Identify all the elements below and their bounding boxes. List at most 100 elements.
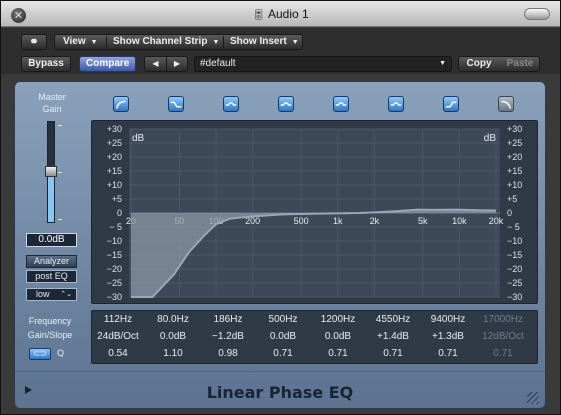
copy-button[interactable]: Copy	[459, 57, 499, 71]
band-6-gain-value[interactable]: +1.4dB	[365, 328, 421, 345]
chevron-down-icon: ▼	[291, 39, 299, 46]
toolbar-toggle-button[interactable]	[524, 8, 550, 20]
y-tick-left: −25	[107, 278, 122, 288]
band-2-toggle[interactable]	[168, 96, 184, 112]
eq-graph-svg[interactable]: +30 +30 +25 +25 +20 +20 +15 +15 +10 +10 +5 +5 0 0 − 5 −…	[92, 121, 537, 303]
frequency-label: Frequency	[28, 316, 72, 326]
link-icon: ⚭	[29, 36, 39, 48]
band-3-params: 186Hz −1.2dB 0.98	[200, 311, 256, 362]
view-menu[interactable]: View ▼	[63, 35, 98, 50]
preset-toolbar: Bypass Compare ◀ ▶ #default ▼ Copy Paste	[1, 54, 560, 74]
band-2-gain-value[interactable]: 0.0dB	[145, 328, 201, 345]
band-1-params: 112Hz 24dB/Oct 0.54	[90, 311, 146, 362]
band-6-q-value[interactable]: 0.71	[365, 345, 421, 362]
band-5-toggle[interactable]	[333, 96, 349, 112]
y-tick-left: +30	[107, 124, 122, 134]
eq-plugin-panel: Master Gain 0.0dB Analyzer post EQ low ⌃…	[14, 81, 546, 409]
band-7-frequency-value[interactable]: 9400Hz	[420, 311, 476, 328]
y-tick-left: 0	[117, 208, 122, 218]
band-7-q-value[interactable]: 0.71	[420, 345, 476, 362]
band-4-q-value[interactable]: 0.71	[255, 345, 311, 362]
link-button[interactable]: ⚭	[21, 34, 47, 50]
window-title: 🎚 Audio 1	[1, 7, 560, 21]
band-4-frequency-value[interactable]: 500Hz	[255, 311, 311, 328]
high-shelf-icon	[445, 101, 457, 108]
db-label-left: dB	[132, 133, 145, 144]
compare-button[interactable]: Compare	[79, 56, 136, 72]
y-tick-left: −15	[107, 250, 122, 260]
band-3-gain-value[interactable]: −1.2dB	[200, 328, 256, 345]
band-3-q-value[interactable]: 0.98	[200, 345, 256, 362]
resize-grip-icon[interactable]	[527, 392, 539, 404]
band-7-toggle[interactable]	[443, 96, 459, 112]
band-4-toggle[interactable]	[278, 96, 294, 112]
q-couple-icon: ⊂⊃	[33, 349, 47, 358]
x-tick-label: 10k	[452, 216, 467, 226]
x-tick-label: 20k	[489, 216, 504, 226]
q-label: Q	[57, 349, 65, 359]
band-8-frequency-value[interactable]: 17000Hz	[475, 311, 531, 328]
band-5-frequency-value[interactable]: 1200Hz	[310, 311, 366, 328]
next-preset-button[interactable]: ▶	[166, 57, 187, 71]
band-5-gain-value[interactable]: 0.0dB	[310, 328, 366, 345]
db-label-right: dB	[484, 133, 497, 144]
title-bar[interactable]: ✕ 🎚 Audio 1	[1, 1, 560, 27]
band-8-q-value[interactable]: 0.71	[475, 345, 531, 362]
band-8-gain-value[interactable]: 12dB/Oct	[475, 328, 531, 345]
eq-graph[interactable]: +30 +30 +25 +25 +20 +20 +15 +15 +10 +10 +5 +5 0 0 − 5 −…	[91, 120, 538, 304]
master-gain-value[interactable]: 0.0dB	[26, 233, 77, 247]
band-3-frequency-value[interactable]: 186Hz	[200, 311, 256, 328]
analyzer-mode-select[interactable]: post EQ	[26, 270, 77, 283]
show-channel-strip-label: Show Channel Strip	[113, 36, 208, 47]
band-6-frequency-value[interactable]: 4550Hz	[365, 311, 421, 328]
master-gain-fader[interactable]	[45, 121, 57, 223]
y-tick-right: −10	[507, 236, 522, 246]
parametric-bell-icon	[280, 102, 292, 106]
chevron-down-icon: ▼	[90, 39, 98, 46]
y-tick-right: −20	[507, 264, 522, 274]
fader-tick	[58, 219, 62, 220]
previous-preset-button[interactable]: ◀	[145, 57, 166, 71]
band-6-params: 4550Hz +1.4dB 0.71	[365, 311, 421, 362]
band-5-q-value[interactable]: 0.71	[310, 345, 366, 362]
analyzer-button[interactable]: Analyzer	[26, 255, 77, 268]
preset-navigation: ◀ ▶	[144, 56, 188, 72]
y-tick-left: +15	[107, 166, 122, 176]
q-couple-button[interactable]: ⊂⊃	[29, 348, 51, 360]
band-3-toggle[interactable]	[223, 96, 239, 112]
band-1-gain-value[interactable]: 24dB/Oct	[90, 328, 146, 345]
show-channel-strip-menu[interactable]: Show Channel Strip ▼	[113, 35, 219, 50]
fader-thumb[interactable]	[45, 166, 57, 177]
band-4-gain-value[interactable]: 0.0dB	[255, 328, 311, 345]
band-2-frequency-value[interactable]: 80.0Hz	[145, 311, 201, 328]
y-tick-right: +10	[507, 180, 522, 190]
chevron-down-icon: ▼	[439, 60, 446, 67]
preset-select[interactable]: #default ▼	[194, 56, 452, 72]
x-tick-label: 5k	[418, 216, 428, 226]
band-5-params: 1200Hz 0.0dB 0.71	[310, 311, 366, 362]
paste-button[interactable]: Paste	[500, 57, 540, 71]
y-tick-right: −15	[507, 250, 522, 260]
master-gain-label: Master Gain	[38, 92, 66, 114]
bypass-button[interactable]: Bypass	[21, 56, 71, 72]
fader-fill	[48, 172, 54, 222]
band-8-toggle[interactable]	[498, 96, 514, 112]
band-1-toggle[interactable]	[113, 96, 129, 112]
view-menu-group: View ▼ Show Channel Strip ▼ Show Insert ▼	[54, 34, 303, 50]
y-tick-left: −10	[107, 236, 122, 246]
analyzer-resolution-select[interactable]: low ⌃⌄	[26, 288, 77, 301]
band-1-q-value[interactable]: 0.54	[90, 345, 146, 362]
top-toolbar: ⚭ View ▼ Show Channel Strip ▼ Show Insert ▼	[1, 28, 560, 54]
band-1-frequency-value[interactable]: 112Hz	[90, 311, 146, 328]
resolution-value: low	[36, 289, 50, 299]
band-6-toggle[interactable]	[388, 96, 404, 112]
parametric-bell-icon	[225, 102, 237, 106]
band-2-q-value[interactable]: 1.10	[145, 345, 201, 362]
show-insert-menu[interactable]: Show Insert ▼	[230, 35, 299, 50]
y-tick-right: −30	[507, 292, 522, 302]
divider	[106, 36, 107, 48]
x-tick-label: 2k	[370, 216, 380, 226]
band-2-params: 80.0Hz 0.0dB 1.10	[145, 311, 201, 362]
band-7-gain-value[interactable]: +1.3dB	[420, 328, 476, 345]
stepper-arrows-icon: ⌃⌄	[60, 291, 72, 298]
